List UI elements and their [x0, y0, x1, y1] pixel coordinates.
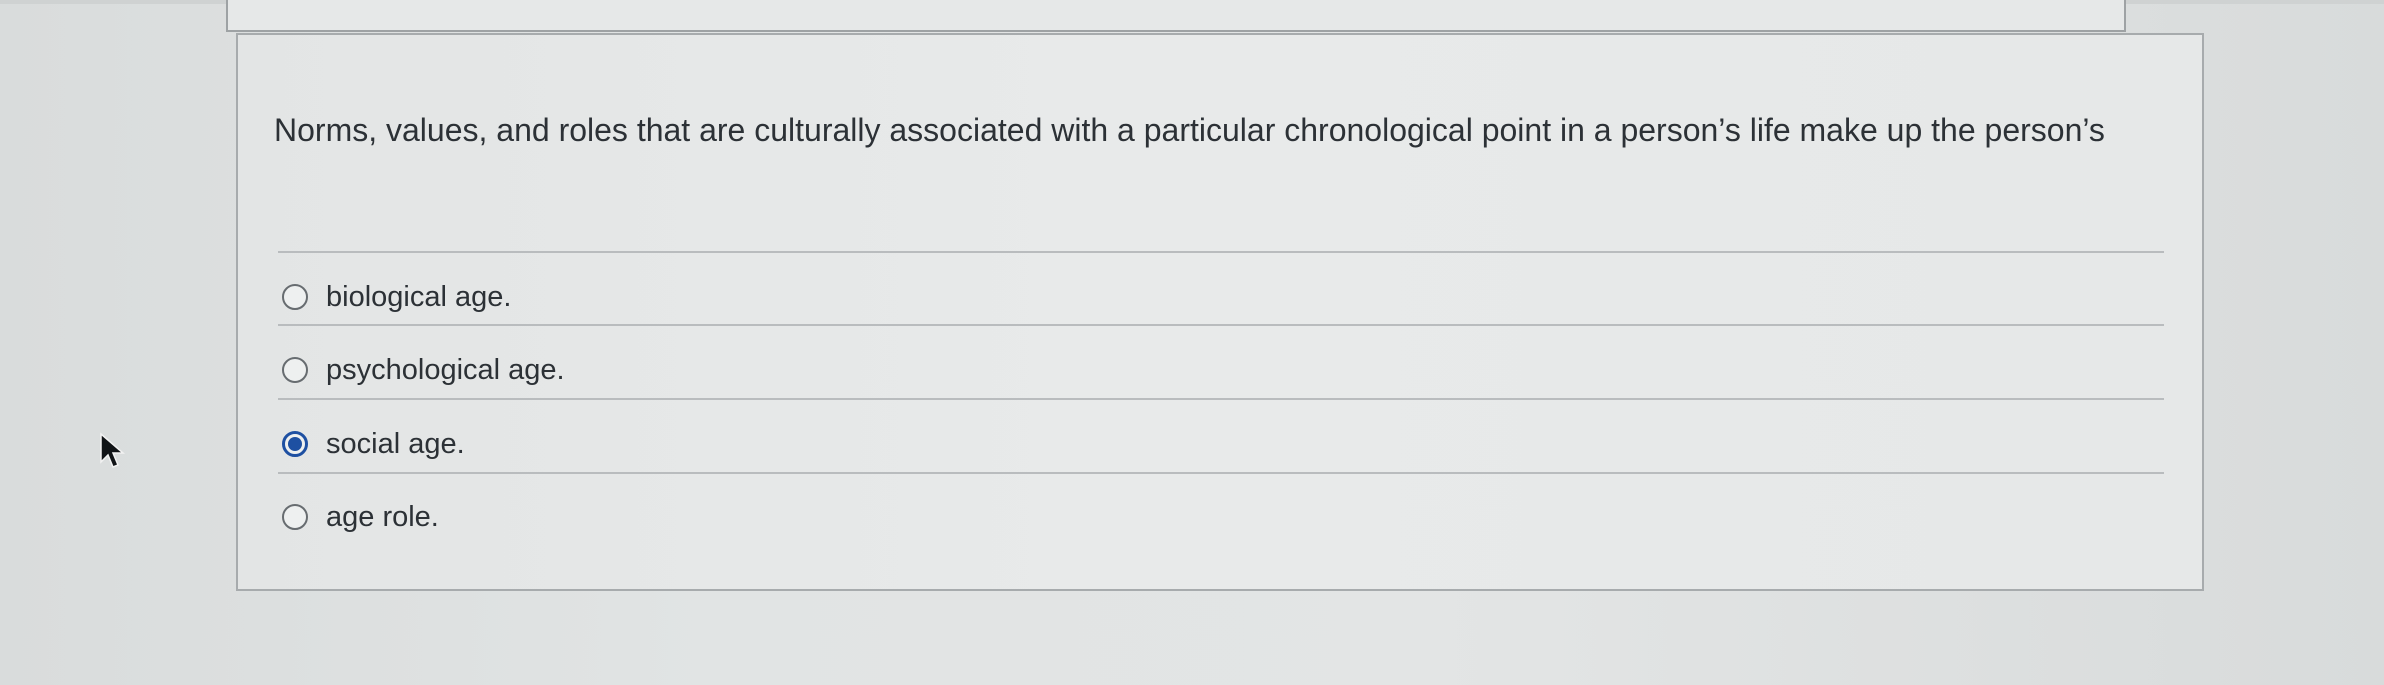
radio-button-icon[interactable] [282, 357, 308, 383]
radio-button-icon[interactable] [282, 284, 308, 310]
answer-choice-4[interactable]: age role. [282, 487, 1982, 547]
divider [278, 472, 2164, 474]
answer-choice-label: psychological age. [326, 353, 565, 386]
mouse-pointer-icon [100, 432, 126, 468]
previous-question-card-edge [226, 0, 2126, 32]
radio-button-selected-icon[interactable] [282, 431, 308, 457]
divider [278, 324, 2164, 326]
answer-choice-label: social age. [326, 427, 465, 460]
answer-choice-label: biological age. [326, 280, 512, 313]
divider [278, 251, 2164, 253]
answer-choice-1[interactable]: biological age. [282, 267, 1982, 327]
radio-button-icon[interactable] [282, 504, 308, 530]
question-text: Norms, values, and roles that are cultur… [274, 112, 2105, 148]
question-card: Norms, values, and roles that are cultur… [236, 33, 2204, 591]
answer-choice-3[interactable]: social age. [282, 414, 1982, 474]
divider [278, 398, 2164, 400]
answer-choice-label: age role. [326, 500, 439, 533]
answer-choice-2[interactable]: psychological age. [282, 340, 1982, 400]
